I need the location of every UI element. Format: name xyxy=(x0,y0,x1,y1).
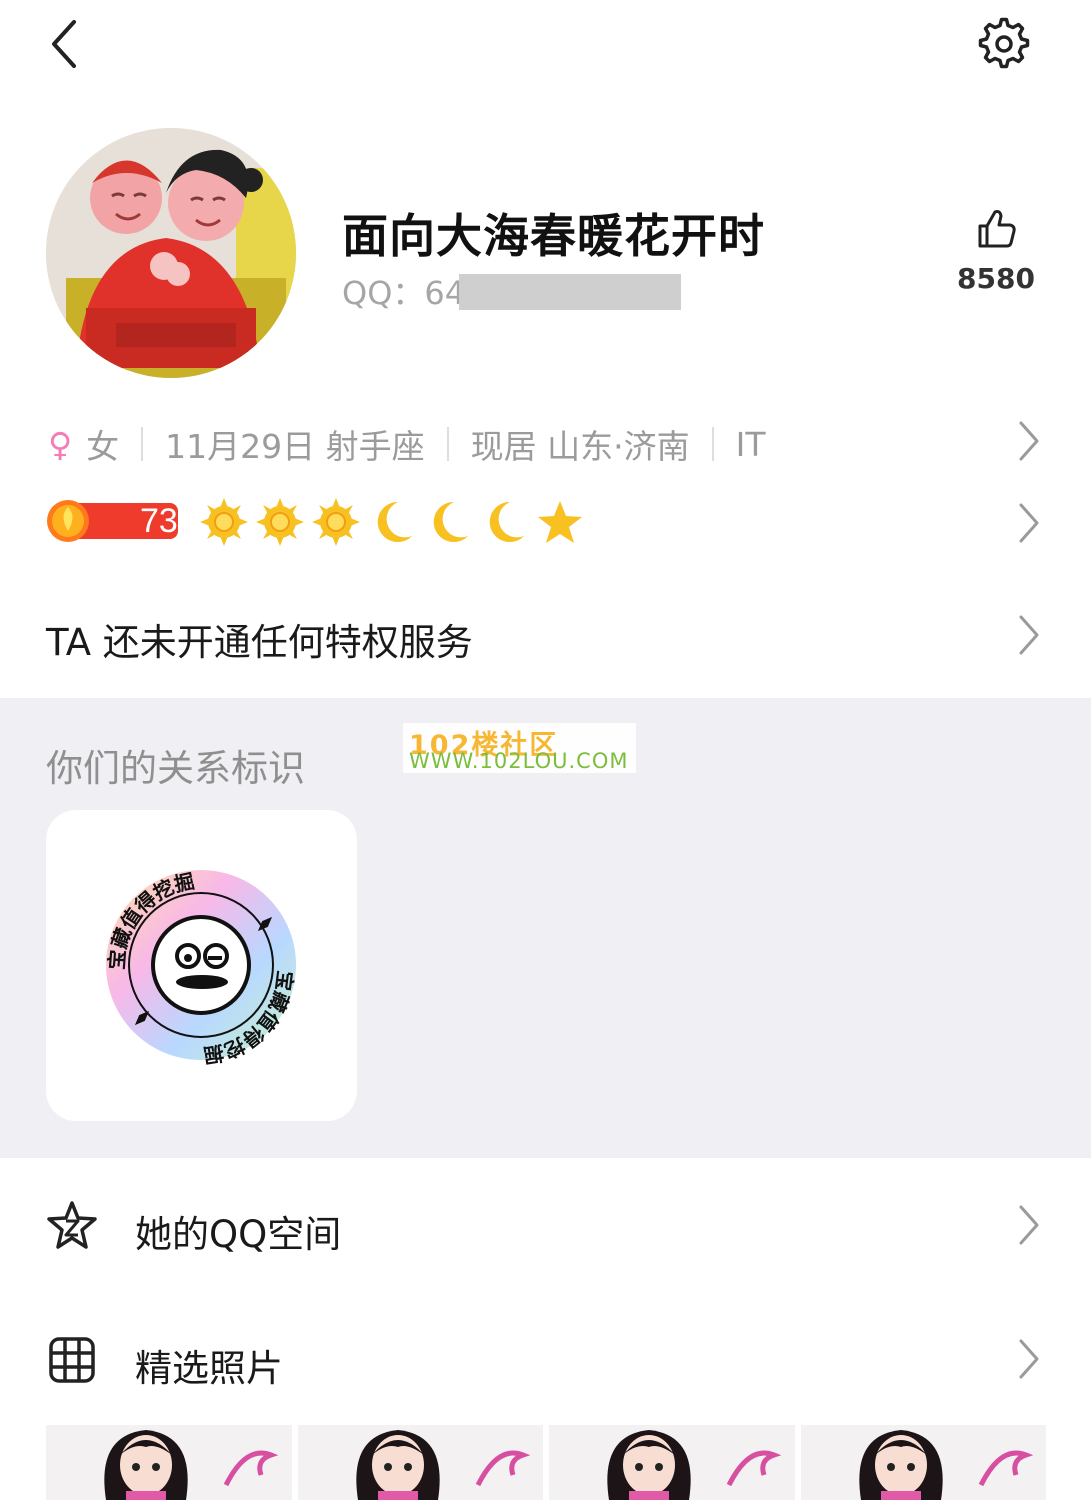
sun-icon xyxy=(312,498,360,546)
qq-number: QQ：64 xyxy=(342,268,682,314)
photo-image xyxy=(800,1425,1046,1500)
chevron-right-icon xyxy=(1019,615,1039,655)
occupation-text: IT xyxy=(735,424,766,464)
moon-icon xyxy=(433,501,468,542)
chevron-right-icon xyxy=(1019,1205,1039,1245)
photos-label: 精选照片 xyxy=(135,1347,283,1390)
chevron-right-icon xyxy=(1019,1339,1039,1379)
sun-icon xyxy=(256,498,304,546)
qq-label: QQ： xyxy=(342,274,425,312)
avatar[interactable] xyxy=(46,128,296,378)
photo-thumbnail[interactable] xyxy=(46,1425,292,1500)
female-icon: ♀ xyxy=(48,424,73,464)
grid-icon xyxy=(49,1337,95,1383)
gender-text: 女 xyxy=(86,427,120,466)
back-arrow-icon xyxy=(52,20,76,68)
back-button[interactable] xyxy=(40,16,88,72)
divider xyxy=(446,427,449,461)
relation-title: 你们的关系标识 xyxy=(46,747,305,790)
birthday-text: 11月29日 射手座 xyxy=(165,427,425,466)
relation-badge-card[interactable]: 宝藏值得挖掘 宝藏值得挖掘 xyxy=(46,810,357,1121)
avatar-image xyxy=(46,128,296,378)
qzone-star-icon xyxy=(47,1201,97,1249)
location-text: 现居 山东·济南 xyxy=(470,427,690,466)
qq-redaction xyxy=(459,274,682,310)
like-count: 8580 xyxy=(957,262,1035,295)
chevron-right-icon xyxy=(1019,503,1039,543)
nickname: 面向大海春暖花开时 xyxy=(342,209,765,263)
gear-icon xyxy=(978,17,1030,69)
photo-image xyxy=(46,1425,292,1500)
photo-image xyxy=(297,1425,543,1500)
thumbs-up-icon xyxy=(978,210,1016,248)
photo-thumbnail[interactable] xyxy=(297,1425,543,1500)
relation-section: 你们的关系标识 102楼社区 WWW.102LOU.COM 宝藏值得挖掘 宝藏值… xyxy=(0,698,1091,1158)
privilege-row[interactable]: TA 还未开通任何特权服务 xyxy=(0,600,1091,670)
star-icon xyxy=(538,501,582,543)
top-bar xyxy=(0,0,1091,95)
level-row[interactable]: 737 xyxy=(0,494,1091,554)
moon-icon xyxy=(489,501,524,542)
watermark: 102楼社区 WWW.102LOU.COM xyxy=(403,723,636,773)
photo-image xyxy=(549,1425,795,1500)
photos-row[interactable]: 精选照片 xyxy=(0,1314,1091,1404)
profile-header: 面向大海春暖花开时 QQ：64 8580 xyxy=(0,110,1091,400)
divider xyxy=(711,427,714,461)
basic-info-row[interactable]: ♀ 女 11月29日 射手座 现居 山东·济南 IT xyxy=(0,410,1091,472)
qzone-row[interactable]: 她的QQ空间 xyxy=(0,1180,1091,1270)
sun-icon xyxy=(200,498,248,546)
chevron-right-icon xyxy=(1019,421,1039,461)
divider xyxy=(141,427,144,461)
photo-thumbnail[interactable] xyxy=(800,1425,1046,1500)
photo-thumbnail[interactable] xyxy=(549,1425,795,1500)
privilege-text: TA 还未开通任何特权服务 xyxy=(46,621,473,664)
qzone-label: 她的QQ空间 xyxy=(135,1213,342,1256)
watermark-line2: WWW.102LOU.COM xyxy=(409,749,629,773)
level-icons xyxy=(200,498,584,546)
moon-icon xyxy=(377,501,412,542)
level-number: 737 xyxy=(140,502,197,540)
photo-strip xyxy=(46,1425,1046,1500)
level-badge: 737 xyxy=(46,499,197,543)
like-button[interactable]: 8580 xyxy=(950,206,1042,295)
relation-badge-icon: 宝藏值得挖掘 宝藏值得挖掘 xyxy=(104,869,297,1068)
settings-button[interactable] xyxy=(976,16,1032,72)
